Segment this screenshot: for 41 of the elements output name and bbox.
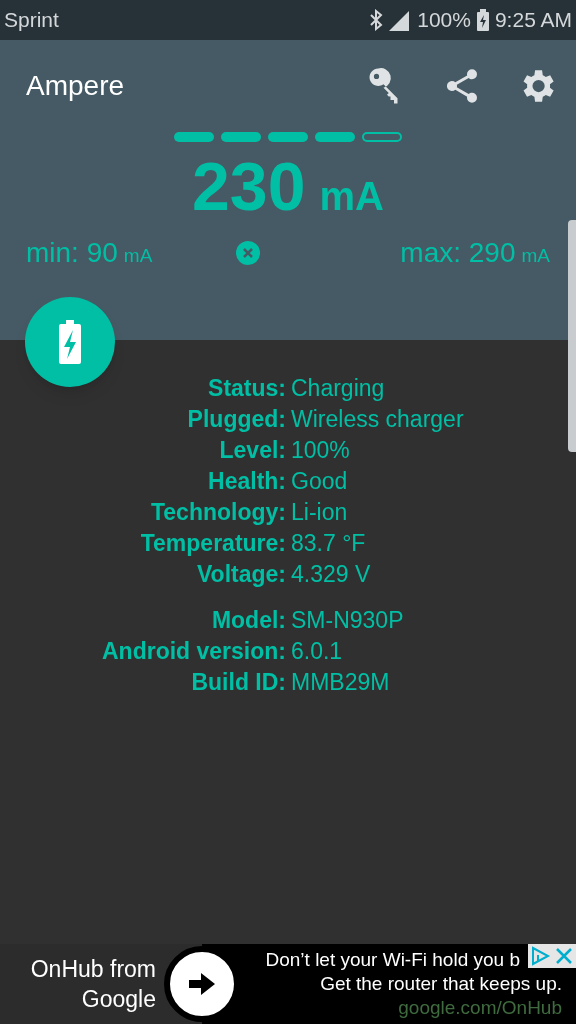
info-value: 100%: [290, 436, 350, 466]
clock: 9:25 AM: [494, 7, 572, 34]
charging-battery-icon: [59, 320, 81, 364]
info-label: Temperature:: [139, 529, 286, 559]
app-title: Ampere: [26, 69, 125, 103]
arrow-icon: [189, 973, 215, 995]
max-reading: max: 290: [400, 236, 516, 270]
info-value: SM-N930P: [290, 606, 404, 636]
min-reading: min: 90: [26, 236, 118, 270]
info-label: Build ID:: [190, 668, 286, 698]
reset-icon[interactable]: [236, 241, 261, 265]
min-unit: mA: [123, 244, 153, 268]
info-label: Technology:: [150, 498, 286, 528]
carrier-name: Sprint: [4, 7, 59, 34]
info-value: 6.0.1: [290, 637, 343, 667]
info-value: Good: [290, 467, 348, 497]
ad-banner[interactable]: OnHub from Google Don’t let your Wi‑Fi hold you b Get the router that keeps up. google.com/OnHub: [0, 944, 576, 1024]
info-value: 4.329 V: [290, 560, 371, 590]
info-label: Level:: [218, 436, 286, 466]
battery-percent: 100%: [417, 7, 471, 34]
info-label: Model:: [210, 606, 286, 636]
ad-headline: OnHub from: [30, 955, 156, 984]
bluetooth-icon: [369, 9, 384, 31]
info-value: Wireless charger: [290, 405, 464, 435]
ad-text: Don’t let your Wi‑Fi hold you b: [265, 948, 520, 972]
info-value: Li-ion: [290, 498, 348, 528]
current-reading: 230: [192, 147, 306, 226]
current-unit: mA: [319, 173, 384, 220]
info-label: Health:: [207, 467, 286, 497]
info-label: Voltage:: [195, 560, 286, 590]
info-label: Android version:: [101, 637, 286, 667]
info-label: Status:: [207, 374, 286, 404]
max-unit: mA: [521, 244, 550, 268]
ad-headline: Google: [81, 985, 156, 1014]
info-value: 83.7 °F: [290, 529, 366, 559]
info-label: Plugged:: [186, 405, 286, 435]
charging-battery-icon: [476, 9, 489, 31]
info-value: Charging: [290, 374, 385, 404]
info-value: MMB29M: [290, 668, 390, 698]
ad-text: Get the router that keeps up.: [320, 972, 562, 996]
signal-icon: [389, 9, 412, 31]
